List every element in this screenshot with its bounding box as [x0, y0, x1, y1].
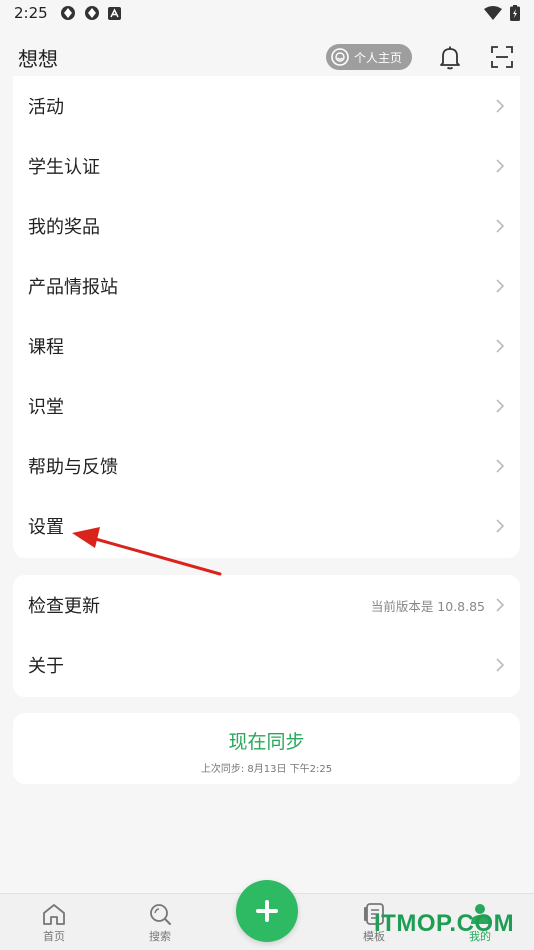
chevron-right-icon	[496, 658, 505, 672]
menu-item-settings[interactable]: 设置	[13, 496, 520, 556]
menu-item-label: 识堂	[28, 397, 64, 418]
notification-app-icon	[60, 6, 75, 20]
menu-item-knowledge-hall[interactable]: 识堂	[13, 376, 520, 436]
tab-label: 首页	[43, 930, 65, 943]
chevron-right-icon	[496, 279, 505, 293]
menu-item-label: 学生认证	[28, 157, 100, 178]
about-card: 检查更新 当前版本是 10.8.85 关于	[13, 575, 520, 697]
menu-item-student-verification[interactable]: 学生认证	[13, 136, 520, 196]
header-actions: 个人主页	[325, 43, 516, 71]
scan-icon[interactable]	[488, 43, 516, 71]
about-label: 关于	[28, 656, 64, 677]
status-time: 2:25	[14, 4, 48, 22]
page-title: 想想	[18, 46, 58, 71]
profile-smile-icon	[331, 48, 349, 66]
menu-item-label: 设置	[28, 517, 64, 538]
notification-a-icon	[107, 6, 121, 20]
menu-item-activity[interactable]: 活动	[13, 76, 520, 136]
menu-item-label: 产品情报站	[28, 277, 118, 298]
profile-button-label: 个人主页	[353, 50, 402, 65]
menu-item-label: 活动	[28, 97, 64, 118]
battery-icon	[510, 5, 520, 21]
chevron-right-icon	[496, 598, 505, 612]
notification-app-icon	[84, 6, 99, 20]
home-icon	[43, 904, 65, 925]
chevron-right-icon	[496, 99, 505, 113]
menu-item-product-news[interactable]: 产品情报站	[13, 256, 520, 316]
chevron-right-icon	[496, 519, 505, 533]
chevron-right-icon	[496, 399, 505, 413]
sync-button[interactable]: 现在同步 上次同步: 8月13日 下午2:25	[13, 713, 520, 784]
tab-search[interactable]: 搜索	[130, 902, 190, 944]
menu-item-courses[interactable]: 课程	[13, 316, 520, 376]
version-text: 当前版本是 10.8.85	[370, 598, 485, 614]
chevron-right-icon	[496, 219, 505, 233]
menu-item-my-prizes[interactable]: 我的奖品	[13, 196, 520, 256]
wifi-icon	[484, 6, 502, 20]
add-icon	[256, 900, 278, 922]
tab-label: 搜索	[149, 930, 171, 943]
chevron-right-icon	[496, 459, 505, 473]
menu-item-label: 课程	[28, 337, 64, 358]
search-icon	[150, 904, 171, 925]
check-update-row[interactable]: 检查更新 当前版本是 10.8.85	[13, 575, 520, 635]
sync-title: 现在同步	[228, 731, 305, 753]
menu-item-label: 我的奖品	[28, 217, 100, 238]
tab-home[interactable]: 首页	[24, 902, 84, 944]
add-button[interactable]	[236, 880, 298, 942]
profile-button[interactable]: 个人主页	[325, 44, 412, 70]
check-update-label: 检查更新	[28, 596, 100, 617]
about-row[interactable]: 关于	[13, 635, 520, 695]
status-notification-icons	[60, 5, 121, 21]
menu-item-help-feedback[interactable]: 帮助与反馈	[13, 436, 520, 496]
watermark: ITMOP.COM	[374, 910, 515, 937]
chevron-right-icon	[496, 339, 505, 353]
last-sync-text: 上次同步: 8月13日 下午2:25	[200, 764, 333, 775]
menu-card: 活动 学生认证 我的奖品 产品情报站 课程 识堂 帮助与反馈 设置	[13, 76, 520, 558]
bell-icon[interactable]	[436, 43, 464, 71]
status-bar: 2:25	[0, 0, 534, 26]
menu-item-label: 帮助与反馈	[28, 457, 118, 478]
status-system-icons	[484, 5, 520, 21]
chevron-right-icon	[496, 159, 505, 173]
